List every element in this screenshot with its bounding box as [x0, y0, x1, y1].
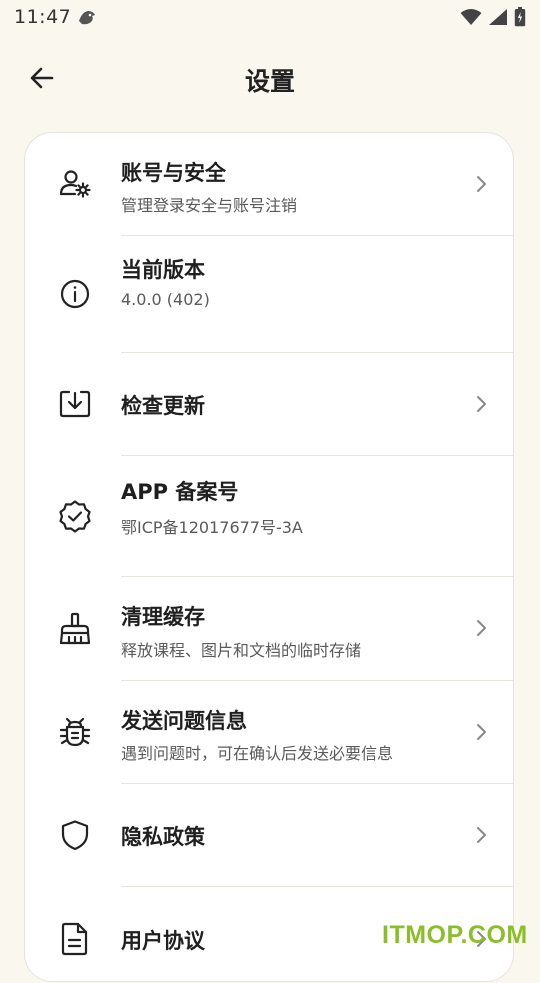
page-title: 设置 [244, 67, 295, 96]
wifi-icon [460, 8, 482, 26]
settings-item-clear-cache[interactable]: 清理缓存 释放课程、图片和文档的临时存储 [25, 577, 515, 680]
chevron-right-icon [471, 394, 491, 414]
settings-item-version-title: 当前版本 [121, 258, 205, 282]
watermark: ITMOP.COM [382, 921, 528, 949]
status-time: 11:47 [14, 6, 72, 28]
settings-card: 账号与安全 管理登录安全与账号注销 当前版本 4.0.0 (402) 检查更新 [24, 132, 514, 982]
app-bar: 设置 [0, 44, 540, 116]
broom-icon [57, 611, 93, 647]
chevron-right-icon [471, 618, 491, 638]
download-icon [57, 386, 93, 422]
settings-item-clear-cache-title: 清理缓存 [121, 605, 205, 629]
status-icons [460, 7, 526, 27]
cellular-signal-icon [488, 8, 508, 26]
settings-item-icp-title: APP 备案号 [121, 480, 239, 504]
settings-item-send-feedback[interactable]: 发送问题信息 遇到问题时，可在确认后发送必要信息 [25, 681, 515, 783]
settings-item-clear-cache-subtitle: 释放课程、图片和文档的临时存储 [121, 641, 362, 660]
settings-item-version-value: 4.0.0 (402) [121, 290, 210, 309]
settings-item-account-security-title: 账号与安全 [121, 161, 226, 185]
user-gear-icon [57, 166, 93, 202]
info-icon [57, 276, 93, 312]
shield-icon [57, 817, 93, 853]
bug-icon [57, 714, 93, 750]
document-icon [57, 921, 93, 957]
app-notification-icon [76, 6, 98, 28]
settings-item-privacy-policy-title: 隐私政策 [121, 825, 205, 849]
settings-item-send-feedback-subtitle: 遇到问题时，可在确认后发送必要信息 [121, 744, 394, 763]
chevron-right-icon [471, 825, 491, 845]
settings-item-icp-number: 鄂ICP备12017677号-3A [121, 518, 303, 537]
chevron-right-icon [471, 174, 491, 194]
settings-item-check-update[interactable]: 检查更新 [25, 353, 515, 455]
chevron-right-icon [471, 722, 491, 742]
settings-item-send-feedback-title: 发送问题信息 [121, 709, 247, 733]
settings-item-icp: APP 备案号 鄂ICP备12017677号-3A [25, 456, 515, 576]
settings-item-version: 当前版本 4.0.0 (402) [25, 236, 515, 352]
battery-icon [514, 7, 526, 27]
settings-item-account-security-subtitle: 管理登录安全与账号注销 [121, 196, 298, 215]
status-bar: 11:47 [0, 0, 540, 36]
settings-item-check-update-title: 检查更新 [121, 394, 205, 418]
verified-badge-icon [57, 498, 93, 534]
settings-item-privacy-policy[interactable]: 隐私政策 [25, 784, 515, 886]
settings-item-account-security[interactable]: 账号与安全 管理登录安全与账号注销 [25, 133, 515, 235]
settings-item-user-agreement-title: 用户协议 [121, 929, 205, 953]
